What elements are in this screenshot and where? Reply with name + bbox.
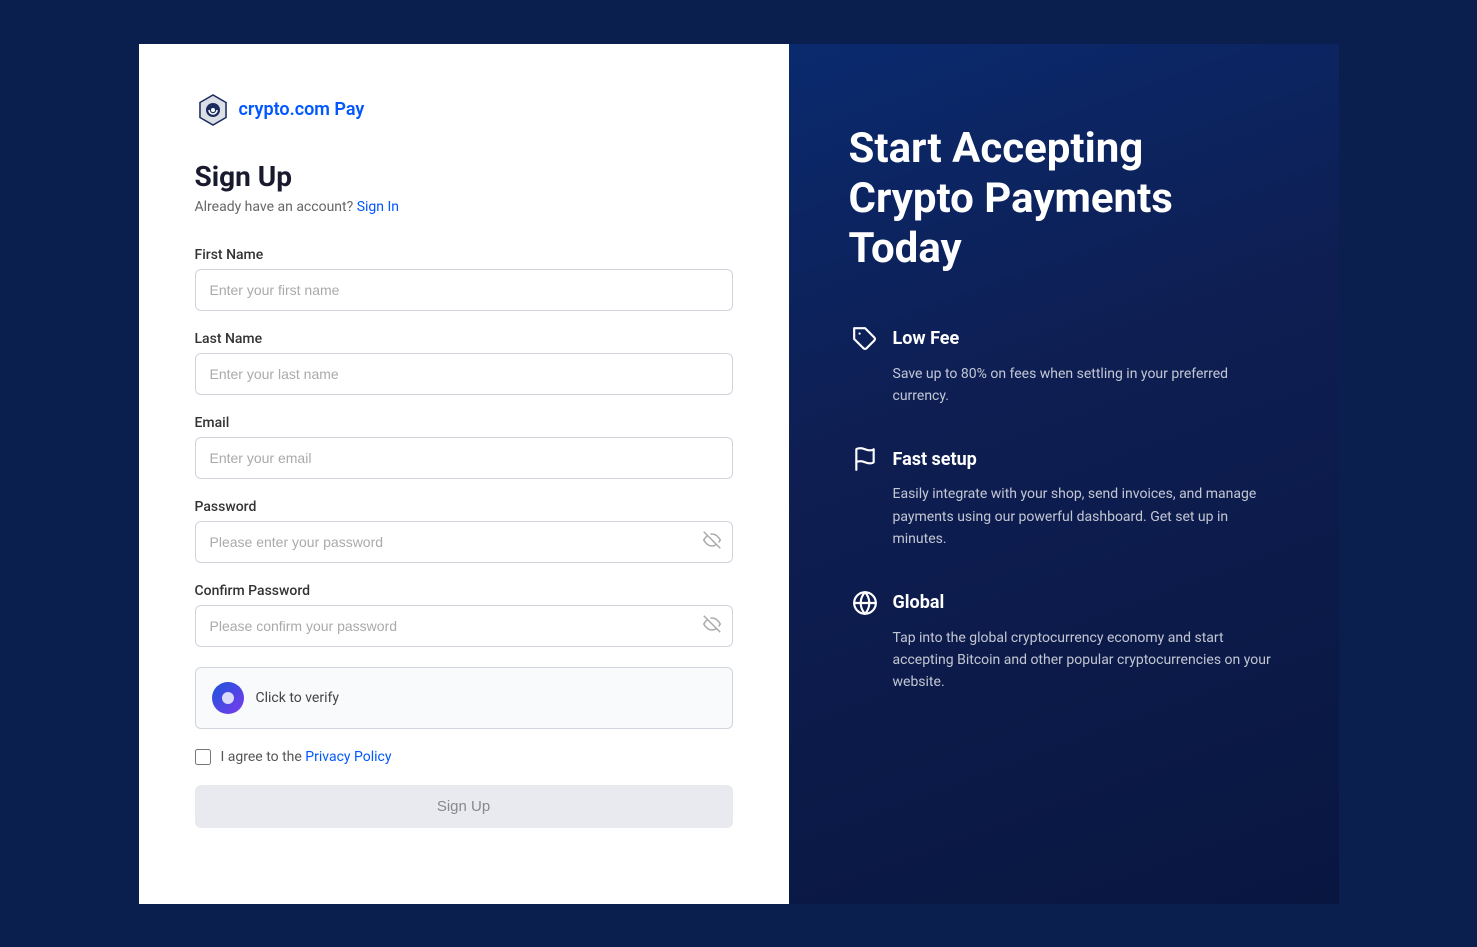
feature-global-title: Global: [893, 592, 945, 613]
confirm-password-input[interactable]: [195, 605, 733, 647]
feature-low-fee-title: Low Fee: [893, 328, 960, 349]
password-wrapper: [195, 521, 733, 563]
feature-low-fee: Low Fee Save up to 80% on fees when sett…: [849, 323, 1279, 408]
right-panel: Start Accepting Crypto Payments Today Lo…: [789, 44, 1339, 904]
flag-icon: [849, 443, 881, 475]
form-panel: crypto.com Pay Sign Up Already have an a…: [139, 44, 789, 904]
captcha-box[interactable]: Click to verify: [195, 667, 733, 729]
form-subtitle: Already have an account? Sign In: [195, 199, 733, 215]
signin-link[interactable]: Sign In: [357, 199, 399, 215]
right-headline: Start Accepting Crypto Payments Today: [849, 124, 1279, 275]
captcha-icon: [212, 682, 244, 714]
checkbox-label: I agree to the Privacy Policy: [221, 749, 392, 765]
confirm-password-group: Confirm Password: [195, 583, 733, 647]
confirm-password-eye-icon[interactable]: [703, 615, 721, 637]
privacy-checkbox[interactable]: [195, 749, 211, 765]
password-input[interactable]: [195, 521, 733, 563]
first-name-group: First Name: [195, 247, 733, 311]
feature-fast-setup-desc: Easily integrate with your shop, send in…: [849, 483, 1279, 550]
first-name-input[interactable]: [195, 269, 733, 311]
logo-text: crypto.com Pay: [239, 99, 365, 120]
globe-icon: [849, 587, 881, 619]
email-group: Email: [195, 415, 733, 479]
password-eye-icon[interactable]: [703, 531, 721, 553]
confirm-password-wrapper: [195, 605, 733, 647]
form-title: Sign Up: [195, 160, 733, 193]
feature-global-header: Global: [849, 587, 1279, 619]
privacy-link[interactable]: Privacy Policy: [305, 749, 391, 765]
feature-low-fee-header: Low Fee: [849, 323, 1279, 355]
email-input[interactable]: [195, 437, 733, 479]
feature-global-desc: Tap into the global cryptocurrency econo…: [849, 627, 1279, 694]
confirm-password-label: Confirm Password: [195, 583, 733, 599]
logo-icon: [195, 92, 231, 128]
feature-global: Global Tap into the global cryptocurrenc…: [849, 587, 1279, 694]
last-name-input[interactable]: [195, 353, 733, 395]
first-name-label: First Name: [195, 247, 733, 263]
captcha-circle-inner: [222, 692, 234, 704]
feature-fast-setup: Fast setup Easily integrate with your sh…: [849, 443, 1279, 550]
feature-fast-setup-title: Fast setup: [893, 449, 977, 470]
signup-button[interactable]: Sign Up: [195, 785, 733, 828]
feature-fast-setup-header: Fast setup: [849, 443, 1279, 475]
tag-icon: [849, 323, 881, 355]
last-name-label: Last Name: [195, 331, 733, 347]
privacy-checkbox-row: I agree to the Privacy Policy: [195, 749, 733, 765]
logo: crypto.com Pay: [195, 92, 733, 128]
email-label: Email: [195, 415, 733, 431]
feature-low-fee-desc: Save up to 80% on fees when settling in …: [849, 363, 1279, 408]
last-name-group: Last Name: [195, 331, 733, 395]
password-label: Password: [195, 499, 733, 515]
password-group: Password: [195, 499, 733, 563]
captcha-label: Click to verify: [256, 690, 339, 706]
page-container: crypto.com Pay Sign Up Already have an a…: [139, 44, 1339, 904]
